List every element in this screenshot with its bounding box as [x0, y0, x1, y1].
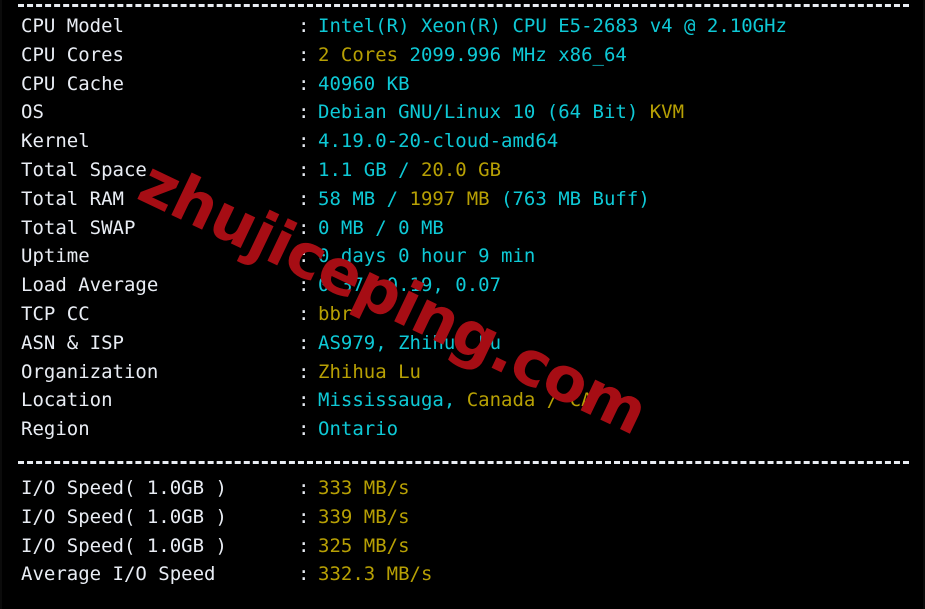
io-test-value: 332.3 MB/s — [318, 560, 432, 589]
system-info-colon: : — [298, 72, 310, 95]
system-info-colon: : — [298, 130, 310, 153]
terminal-window[interactable]: CPU Model: Intel(R) Xeon(R) CPU E5-2683 v… — [0, 0, 925, 609]
system-info-value: 0 MB / 0 MB — [318, 214, 444, 243]
system-info-value: 40960 KB — [318, 70, 410, 99]
system-info-value: Ontario — [318, 415, 398, 444]
system-info-value-segment: 0 days 0 hour 9 min — [318, 245, 536, 268]
system-info-label: CPU Cores — [21, 43, 124, 66]
system-info-label: Total RAM — [21, 187, 124, 210]
system-info-value-segment: Mississauga, — [318, 389, 467, 412]
system-info-colon: : — [298, 331, 310, 354]
system-info-label: CPU Model — [21, 15, 124, 37]
system-info-value-segment: 4.19.0-20-cloud-amd64 — [318, 130, 559, 153]
system-info-value-segment: 2 Cores — [318, 43, 410, 66]
io-test-value: 325 MB/s — [318, 532, 410, 561]
io-test-colon: : — [298, 563, 310, 586]
system-info-colon: : — [298, 389, 310, 412]
io-test-label: I/O Speed( 1.0GB ) — [21, 505, 227, 528]
system-info-value: Debian GNU/Linux 10 (64 Bit) KVM — [318, 98, 684, 127]
system-info-label: Kernel — [21, 130, 90, 153]
system-info-colon: : — [298, 101, 310, 124]
system-info-value: 1.1 GB / 20.0 GB — [318, 156, 501, 185]
separator-middle — [18, 461, 909, 464]
system-info-colon: : — [298, 245, 310, 268]
io-test-value: 339 MB/s — [318, 503, 410, 532]
io-test-value-segment: 332.3 MB/s — [318, 563, 433, 586]
io-test-value-segment: 339 MB/s — [318, 505, 410, 528]
io-test-colon: : — [298, 505, 310, 528]
system-info-value-segment: 0 MB / 0 MB — [318, 216, 444, 239]
system-info-label: Uptime — [21, 245, 90, 268]
system-info-colon: : — [298, 418, 310, 441]
io-test-label: Average I/O Speed — [21, 563, 216, 586]
system-info-value-segment: Canada / CA — [466, 389, 593, 412]
system-info-colon: : — [298, 303, 310, 325]
system-info-label: ASN & ISP — [21, 331, 124, 354]
system-info-label: Load Average — [21, 274, 159, 297]
system-info-value-segment: AS979, Zhihua Lu — [318, 331, 502, 354]
system-info-value-segment: Ontario — [318, 418, 399, 441]
system-info-value-segment: 58 MB — [318, 187, 387, 210]
io-test-value-segment: 325 MB/s — [318, 534, 410, 557]
system-info-value-segment: 1.1 GB — [318, 159, 399, 181]
system-info-value: Mississauga, Canada / CA — [318, 386, 593, 415]
io-test-label: I/O Speed( 1.0GB ) — [21, 477, 227, 499]
system-info-value-segment: bbr — [318, 303, 353, 325]
system-info-value: Intel(R) Xeon(R) CPU E5-2683 v4 @ 2.10GH… — [318, 12, 787, 41]
system-info-label: CPU Cache — [21, 72, 124, 95]
system-info-value: AS979, Zhihua Lu — [318, 329, 501, 358]
system-info-value: 0 days 0 hour 9 min — [318, 242, 535, 271]
system-info-value-segment: Debian GNU/Linux 10 (64 Bit) — [318, 101, 650, 124]
system-info-label: Location — [21, 389, 113, 412]
system-info-label: TCP CC — [21, 303, 90, 325]
system-info-colon: : — [298, 360, 310, 383]
system-info-value: 58 MB / 1997 MB (763 MB Buff) — [318, 185, 650, 214]
system-info-label: Region — [21, 418, 90, 441]
io-test-colon: : — [298, 534, 310, 557]
system-info-value-segment: 2099.996 MHz x86_64 — [409, 43, 627, 66]
system-info-value-segment: KVM — [649, 101, 685, 124]
system-info-label: Total Space — [21, 159, 147, 181]
system-info-colon: : — [298, 216, 310, 239]
system-info-colon: : — [298, 159, 310, 181]
system-info-value: 2 Cores 2099.996 MHz x86_64 — [318, 41, 627, 70]
system-info-value: Zhihua Lu — [318, 358, 421, 387]
system-info-value-segment: (763 MB Buff) — [501, 187, 650, 210]
system-info-value-segment: 20.0 GB — [420, 159, 502, 181]
system-info-label: Organization — [21, 360, 159, 383]
io-test-value-segment: 333 MB/s — [318, 477, 410, 499]
system-info-value-segment: 40960 KB — [318, 72, 410, 95]
system-info-label: Total SWAP — [21, 216, 136, 239]
system-info-colon: : — [298, 15, 310, 37]
io-test-value: 333 MB/s — [318, 474, 410, 503]
system-info-value-segment: / — [398, 159, 421, 181]
system-info-colon: : — [298, 274, 310, 297]
system-info-value: 4.19.0-20-cloud-amd64 — [318, 127, 558, 156]
system-info-value-segment: Zhihua Lu — [318, 360, 421, 383]
system-info-value: 0.37, 0.19, 0.07 — [318, 271, 501, 300]
system-info-label: OS — [21, 101, 44, 124]
system-info-value-segment: 0.37, 0.19, 0.07 — [318, 274, 502, 297]
separator-top — [18, 4, 909, 7]
system-info-colon: : — [298, 43, 310, 66]
system-info-value-segment: / — [386, 187, 410, 210]
system-info-value: bbr — [318, 300, 352, 329]
system-info-colon: : — [298, 187, 310, 210]
system-info-value-segment: 1997 MB — [409, 187, 502, 210]
system-info-value-segment: Intel(R) Xeon(R) CPU E5-2683 v4 @ 2.10GH… — [318, 15, 787, 37]
io-test-label: I/O Speed( 1.0GB ) — [21, 534, 227, 557]
io-test-colon: : — [298, 477, 310, 499]
